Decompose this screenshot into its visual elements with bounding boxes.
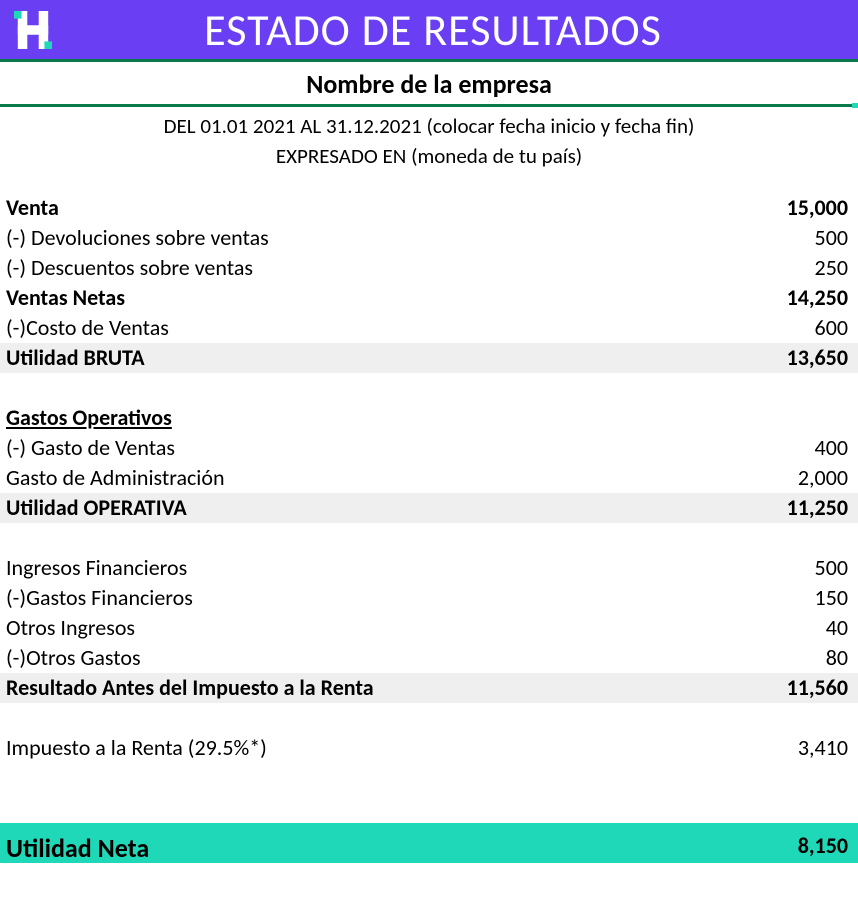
spacer xyxy=(0,703,858,733)
label-descuentos: (-) Descuentos sobre ventas xyxy=(6,253,253,283)
spacer xyxy=(0,523,858,553)
label-costo-ventas: (-)Costo de Ventas xyxy=(6,313,169,343)
label-utilidad-bruta: Utilidad BRUTA xyxy=(6,343,145,373)
row-gasto-admin: Gasto de Administración 2,000 xyxy=(0,463,858,493)
value-ventas-netas: 14,250 xyxy=(758,283,848,313)
row-utilidad-bruta: Utilidad BRUTA 13,650 xyxy=(0,343,858,373)
report-header: ESTADO DE RESULTADOS xyxy=(0,0,858,62)
row-gastos-fin: (-)Gastos Financieros 150 xyxy=(0,583,858,613)
value-impuesto: 3,410 xyxy=(758,733,848,763)
label-resultado-antes: Resultado Antes del Impuesto a la Renta xyxy=(6,673,374,703)
value-otros-ingresos: 40 xyxy=(758,613,848,643)
label-otros-ingresos: Otros Ingresos xyxy=(6,613,135,643)
value-gasto-admin: 2,000 xyxy=(758,463,848,493)
row-utilidad-operativa: Utilidad OPERATIVA 11,250 xyxy=(0,493,858,523)
row-descuentos: (-) Descuentos sobre ventas 250 xyxy=(0,253,858,283)
value-utilidad-bruta: 13,650 xyxy=(758,343,848,373)
value-gastos-fin: 150 xyxy=(758,583,848,613)
row-impuesto: Impuesto a la Renta (29.5%*) 3,410 xyxy=(0,733,858,763)
row-devoluciones: (-) Devoluciones sobre ventas 500 xyxy=(0,223,858,253)
spacer xyxy=(0,373,858,403)
label-utilidad-neta: Utilidad Neta xyxy=(6,833,149,863)
row-ventas-netas: Ventas Netas 14,250 xyxy=(0,283,858,313)
label-devoluciones: (-) Devoluciones sobre ventas xyxy=(6,223,269,253)
label-ingresos-fin: Ingresos Financieros xyxy=(6,553,187,583)
row-ingresos-fin: Ingresos Financieros 500 xyxy=(0,553,858,583)
currency-line: EXPRESADO EN (moneda de tu país) xyxy=(0,141,858,193)
value-resultado-antes: 11,560 xyxy=(758,673,848,703)
label-ventas-netas: Ventas Netas xyxy=(6,283,125,313)
value-utilidad-neta: 8,150 xyxy=(758,831,848,863)
period-line: DEL 01.01 2021 AL 31.12.2021 (colocar fe… xyxy=(0,107,858,141)
label-gasto-ventas: (-) Gasto de Ventas xyxy=(6,433,175,463)
logo-icon xyxy=(8,5,58,55)
label-venta: Venta xyxy=(6,193,59,223)
spacer xyxy=(0,793,858,823)
value-costo-ventas: 600 xyxy=(758,313,848,343)
row-costo-ventas: (-)Costo de Ventas 600 xyxy=(0,313,858,343)
spacer xyxy=(0,763,858,793)
value-utilidad-operativa: 11,250 xyxy=(758,493,848,523)
label-otros-gastos: (-)Otros Gastos xyxy=(6,643,141,673)
row-otros-ingresos: Otros Ingresos 40 xyxy=(0,613,858,643)
label-gastos-operativos: Gastos Operativos xyxy=(6,403,172,433)
value-otros-gastos: 80 xyxy=(758,643,848,673)
company-name: Nombre de la empresa xyxy=(0,62,858,107)
row-otros-gastos: (-)Otros Gastos 80 xyxy=(0,643,858,673)
row-gasto-ventas: (-) Gasto de Ventas 400 xyxy=(0,433,858,463)
report-title: ESTADO DE RESULTADOS xyxy=(58,3,858,57)
income-statement-body: Venta 15,000 (-) Devoluciones sobre vent… xyxy=(0,193,858,863)
label-gastos-fin: (-)Gastos Financieros xyxy=(6,583,193,613)
label-gasto-admin: Gasto de Administración xyxy=(6,463,225,493)
row-resultado-antes: Resultado Antes del Impuesto a la Renta … xyxy=(0,673,858,703)
row-utilidad-neta: Utilidad Neta 8,150 xyxy=(0,823,858,863)
value-ingresos-fin: 500 xyxy=(758,553,848,583)
value-gasto-ventas: 400 xyxy=(758,433,848,463)
value-venta: 15,000 xyxy=(758,193,848,223)
value-descuentos: 250 xyxy=(758,253,848,283)
label-utilidad-operativa: Utilidad OPERATIVA xyxy=(6,493,187,523)
value-devoluciones: 500 xyxy=(758,223,848,253)
row-venta: Venta 15,000 xyxy=(0,193,858,223)
row-gastos-operativos-header: Gastos Operativos xyxy=(0,403,858,433)
label-impuesto: Impuesto a la Renta (29.5%*) xyxy=(6,733,267,763)
